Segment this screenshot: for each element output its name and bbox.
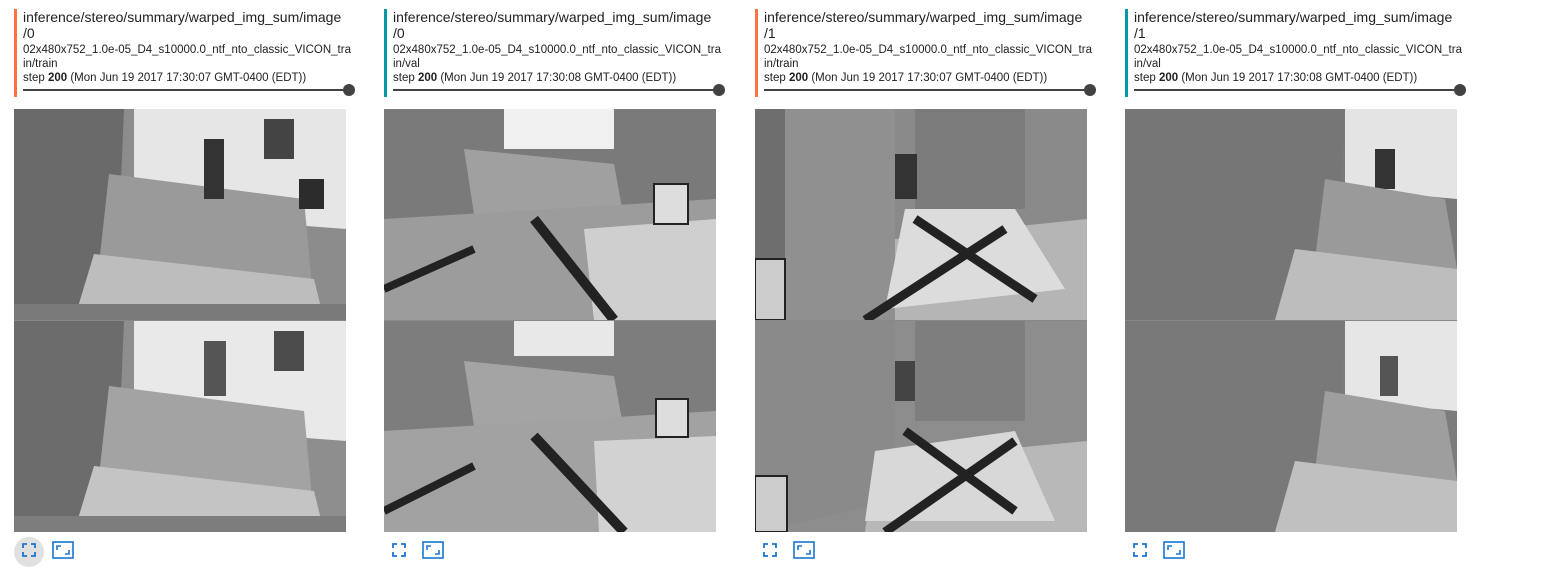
step-slider-knob[interactable]	[1454, 84, 1466, 96]
step-label: step	[23, 72, 45, 84]
full-screen-button[interactable]	[789, 537, 819, 567]
warped-image-top	[384, 109, 716, 320]
card-run-name: 02x480x752_1.0e-05_D4_s10000.0_ntf_nto_c…	[764, 44, 1092, 70]
step-slider[interactable]	[393, 84, 725, 96]
step-timestamp: (Mon Jun 19 2017 17:30:08 GMT-0400 (EDT)…	[1181, 72, 1418, 84]
step-value: 200	[417, 72, 438, 84]
fit-to-screen-button[interactable]	[384, 537, 414, 567]
image-card: inference/stereo/summary/warped_img_sum/…	[384, 0, 725, 585]
warped-image-top	[14, 109, 346, 320]
card-step-info: step 200 (Mon Jun 19 2017 17:30:08 GMT-0…	[1134, 71, 1465, 85]
fit-to-screen-icon	[22, 542, 36, 562]
full-screen-button[interactable]	[48, 537, 78, 567]
full-screen-icon	[52, 540, 74, 564]
card-step-info: step 200 (Mon Jun 19 2017 17:30:07 GMT-0…	[764, 71, 1095, 85]
fit-to-screen-icon	[392, 542, 406, 562]
summary-image	[14, 109, 346, 532]
card-actions	[14, 537, 134, 567]
step-timestamp: (Mon Jun 19 2017 17:30:07 GMT-0400 (EDT)…	[811, 72, 1048, 84]
step-label: step	[764, 72, 786, 84]
card-run-name: 02x480x752_1.0e-05_D4_s10000.0_ntf_nto_c…	[23, 44, 351, 70]
warped-image-top	[1125, 109, 1457, 320]
step-value: 200	[47, 72, 68, 84]
card-tag-title: inference/stereo/summary/warped_img_sum/…	[23, 9, 342, 41]
image-card-grid: inference/stereo/summary/warped_img_sum/…	[0, 0, 1549, 585]
card-actions	[384, 537, 504, 567]
card-tag-title: inference/stereo/summary/warped_img_sum/…	[1134, 9, 1453, 41]
card-header: inference/stereo/summary/warped_img_sum/…	[384, 9, 725, 97]
step-timestamp: (Mon Jun 19 2017 17:30:08 GMT-0400 (EDT)…	[440, 72, 677, 84]
full-screen-icon	[422, 540, 444, 564]
warped-image-bottom	[1125, 321, 1457, 532]
step-slider[interactable]	[23, 84, 355, 96]
card-step-info: step 200 (Mon Jun 19 2017 17:30:07 GMT-0…	[23, 71, 354, 85]
step-slider-knob[interactable]	[713, 84, 725, 96]
card-run-name: 02x480x752_1.0e-05_D4_s10000.0_ntf_nto_c…	[393, 44, 721, 70]
fit-to-screen-button[interactable]	[14, 537, 44, 567]
summary-image	[1125, 109, 1457, 532]
step-value: 200	[788, 72, 809, 84]
fit-to-screen-icon	[1133, 542, 1147, 562]
full-screen-button[interactable]	[418, 537, 448, 567]
full-screen-button[interactable]	[1159, 537, 1189, 567]
card-actions	[1125, 537, 1245, 567]
image-card: inference/stereo/summary/warped_img_sum/…	[1125, 0, 1466, 585]
summary-image	[384, 109, 716, 532]
step-slider[interactable]	[1134, 84, 1466, 96]
summary-image	[755, 109, 1087, 532]
fit-to-screen-icon	[763, 542, 777, 562]
full-screen-icon	[793, 540, 815, 564]
card-header: inference/stereo/summary/warped_img_sum/…	[1125, 9, 1466, 97]
fit-to-screen-button[interactable]	[1125, 537, 1155, 567]
step-timestamp: (Mon Jun 19 2017 17:30:07 GMT-0400 (EDT)…	[70, 72, 307, 84]
warped-image-bottom	[755, 321, 1087, 532]
card-header: inference/stereo/summary/warped_img_sum/…	[755, 9, 1096, 97]
step-slider[interactable]	[764, 84, 1096, 96]
card-step-info: step 200 (Mon Jun 19 2017 17:30:08 GMT-0…	[393, 71, 724, 85]
step-label: step	[393, 72, 415, 84]
warped-image-bottom	[14, 321, 346, 532]
step-value: 200	[1158, 72, 1179, 84]
card-actions	[755, 537, 875, 567]
step-label: step	[1134, 72, 1156, 84]
fit-to-screen-button[interactable]	[755, 537, 785, 567]
step-slider-knob[interactable]	[1084, 84, 1096, 96]
card-tag-title: inference/stereo/summary/warped_img_sum/…	[764, 9, 1083, 41]
warped-image-top	[755, 109, 1087, 320]
full-screen-icon	[1163, 540, 1185, 564]
image-card: inference/stereo/summary/warped_img_sum/…	[755, 0, 1096, 585]
card-run-name: 02x480x752_1.0e-05_D4_s10000.0_ntf_nto_c…	[1134, 44, 1462, 70]
image-card: inference/stereo/summary/warped_img_sum/…	[14, 0, 355, 585]
warped-image-bottom	[384, 321, 716, 532]
card-tag-title: inference/stereo/summary/warped_img_sum/…	[393, 9, 712, 41]
step-slider-knob[interactable]	[343, 84, 355, 96]
card-header: inference/stereo/summary/warped_img_sum/…	[14, 9, 355, 97]
